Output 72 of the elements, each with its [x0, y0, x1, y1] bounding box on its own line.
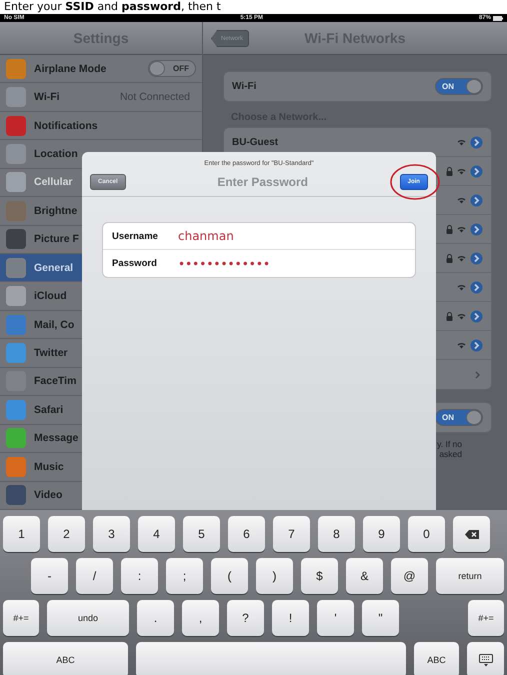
toggle-switch[interactable]: ON [435, 409, 483, 426]
settings-item[interactable]: Airplane Mode OFF [0, 54, 202, 84]
delete-key[interactable] [453, 516, 490, 552]
keyboard-key[interactable]: 7 [273, 516, 310, 552]
footer-text: y. If no [437, 439, 462, 449]
keyboard-key[interactable]: . [137, 600, 174, 636]
field-label: Username [112, 230, 159, 242]
hide-keyboard-key[interactable] [467, 642, 504, 675]
keyboard-key[interactable]: 1 [3, 516, 40, 552]
backspace-icon [464, 530, 478, 538]
keyboard-key[interactable]: @ [391, 558, 428, 594]
detail-disclosure-icon[interactable] [470, 280, 483, 294]
battery-icon [492, 16, 503, 20]
keyboard-key[interactable]: ABC [3, 642, 128, 675]
lock-icon [446, 254, 453, 262]
keyboard-key[interactable]: $ [301, 558, 338, 594]
keyboard-key[interactable]: " [362, 600, 399, 636]
dialog-title: Enter Password [217, 174, 308, 188]
keyboard-key[interactable]: / [76, 558, 113, 594]
field-label: Password [112, 258, 158, 269]
instruction-caption: Enter your SSID and password, then t [3, 0, 222, 14]
keyboard-key[interactable]: #+= [468, 600, 504, 636]
detail-disclosure-icon[interactable] [470, 136, 483, 148]
annotation-circle [389, 163, 441, 201]
wifi-icon [457, 254, 466, 262]
wifi-icon [457, 284, 466, 290]
detail-disclosure-icon[interactable] [470, 338, 483, 352]
detail-disclosure-icon[interactable] [470, 194, 483, 206]
detail-disclosure-icon[interactable] [470, 252, 483, 264]
detail-disclosure-icon[interactable] [470, 310, 483, 322]
lock-icon [446, 312, 453, 320]
keyboard-key[interactable]: ' [317, 600, 354, 636]
keyboard-key[interactable]: 5 [183, 516, 220, 552]
wifi-icon [457, 312, 466, 320]
keyboard-key[interactable]: ABC [414, 642, 459, 675]
keyboard-key[interactable]: ) [256, 558, 293, 594]
detail-disclosure-icon[interactable] [470, 164, 483, 178]
keyboard-key[interactable]: 4 [138, 516, 175, 552]
lock-icon [446, 224, 453, 234]
keyboard-key[interactable]: #+= [3, 600, 39, 636]
keyboard-key[interactable]: , [182, 600, 219, 636]
wifi-icon [457, 226, 466, 232]
keyboard-key[interactable]: : [121, 558, 158, 594]
keyboard-key[interactable]: - [31, 558, 68, 594]
keyboard-key[interactable]: & [346, 558, 383, 594]
keyboard-key[interactable]: 3 [93, 516, 130, 552]
network-name[interactable]: BU-Guest [232, 136, 278, 148]
detail-disclosure-icon[interactable] [470, 222, 483, 236]
keyboard-key[interactable]: 6 [228, 516, 265, 552]
input-field[interactable]: ••••••••••••• [178, 256, 406, 270]
wifi-icon [457, 168, 466, 174]
keyboard-key[interactable]: 8 [318, 516, 355, 552]
keyboard-key[interactable]: return [436, 558, 504, 594]
keyboard-key[interactable]: 0 [408, 516, 445, 552]
keyboard-key[interactable]: ? [227, 600, 264, 636]
footer-text: asked [439, 449, 462, 459]
keyboard-key[interactable]: 2 [48, 516, 85, 552]
keyboard-icon [478, 654, 492, 666]
lock-icon [446, 166, 453, 176]
keyboard-key[interactable]: undo [47, 600, 129, 636]
keyboard-key[interactable]: 9 [363, 516, 400, 552]
keyboard-key[interactable]: ( [211, 558, 248, 594]
keyboard-key[interactable]: ! [272, 600, 309, 636]
wifi-icon [457, 196, 466, 204]
wifi-icon [457, 138, 466, 146]
toggle-switch[interactable]: ON [435, 78, 483, 95]
wifi-label: Wi-Fi [232, 81, 256, 92]
keyboard-key[interactable]: ; [166, 558, 203, 594]
settings-item[interactable]: Notifications [0, 112, 202, 140]
input-field[interactable]: chanman [178, 229, 406, 243]
wifi-icon [457, 342, 466, 348]
chevron-icon [475, 370, 480, 378]
